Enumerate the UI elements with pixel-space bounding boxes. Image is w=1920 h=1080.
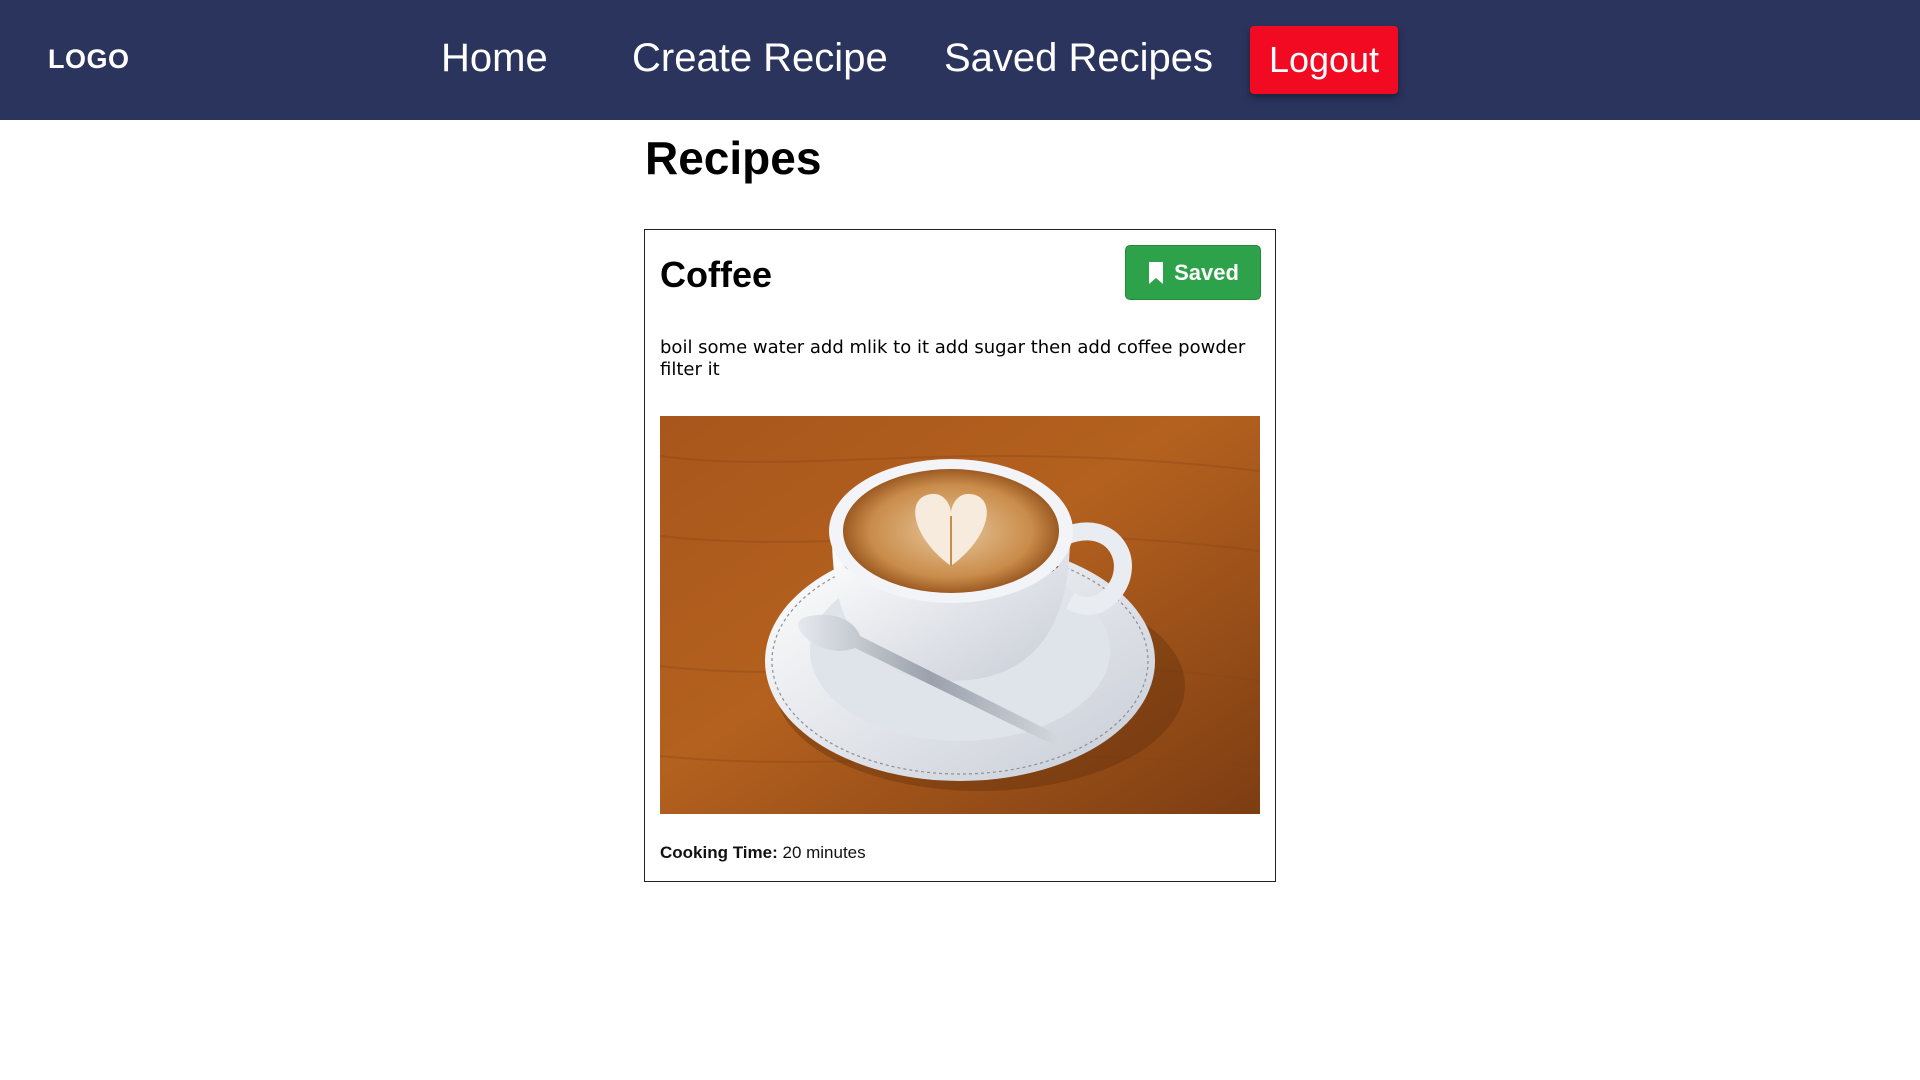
recipe-instructions: boil some water add mlik to it add sugar… bbox=[660, 337, 1246, 380]
recipe-image bbox=[660, 416, 1260, 814]
cooking-time: Cooking Time: 20 minutes bbox=[660, 843, 866, 863]
nav-link-home[interactable]: Home bbox=[441, 36, 548, 81]
logo[interactable]: LOGO bbox=[48, 44, 130, 75]
recipe-card: Coffee Saved boil some water add mlik to… bbox=[644, 229, 1276, 882]
nav-link-saved-recipes[interactable]: Saved Recipes bbox=[944, 36, 1213, 81]
saved-button[interactable]: Saved bbox=[1125, 245, 1261, 300]
cooking-time-label: Cooking Time: bbox=[660, 843, 778, 862]
cooking-time-value: 20 minutes bbox=[782, 843, 866, 862]
nav-link-create-recipe[interactable]: Create Recipe bbox=[632, 36, 888, 81]
saved-button-label: Saved bbox=[1174, 259, 1239, 285]
recipe-title: Coffee bbox=[660, 254, 773, 295]
page-title: Recipes bbox=[645, 132, 822, 184]
logout-button[interactable]: Logout bbox=[1250, 26, 1398, 94]
navbar: LOGO Home Create Recipe Saved Recipes Lo… bbox=[0, 0, 1920, 120]
bookmark-icon bbox=[1147, 261, 1165, 285]
